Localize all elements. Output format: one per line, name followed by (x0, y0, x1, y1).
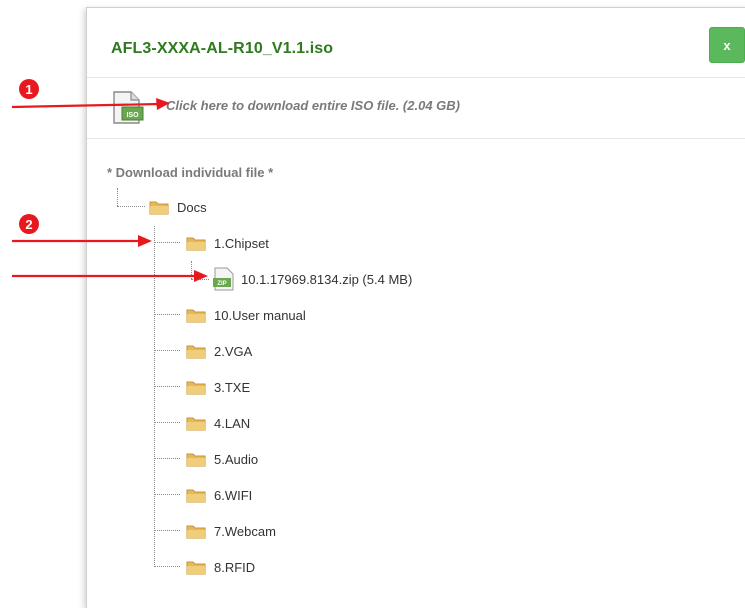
arrow-1 (11, 98, 170, 110)
arrow-3 (12, 270, 208, 282)
annotation-arrows (11, 98, 208, 282)
arrow-2 (12, 235, 152, 247)
